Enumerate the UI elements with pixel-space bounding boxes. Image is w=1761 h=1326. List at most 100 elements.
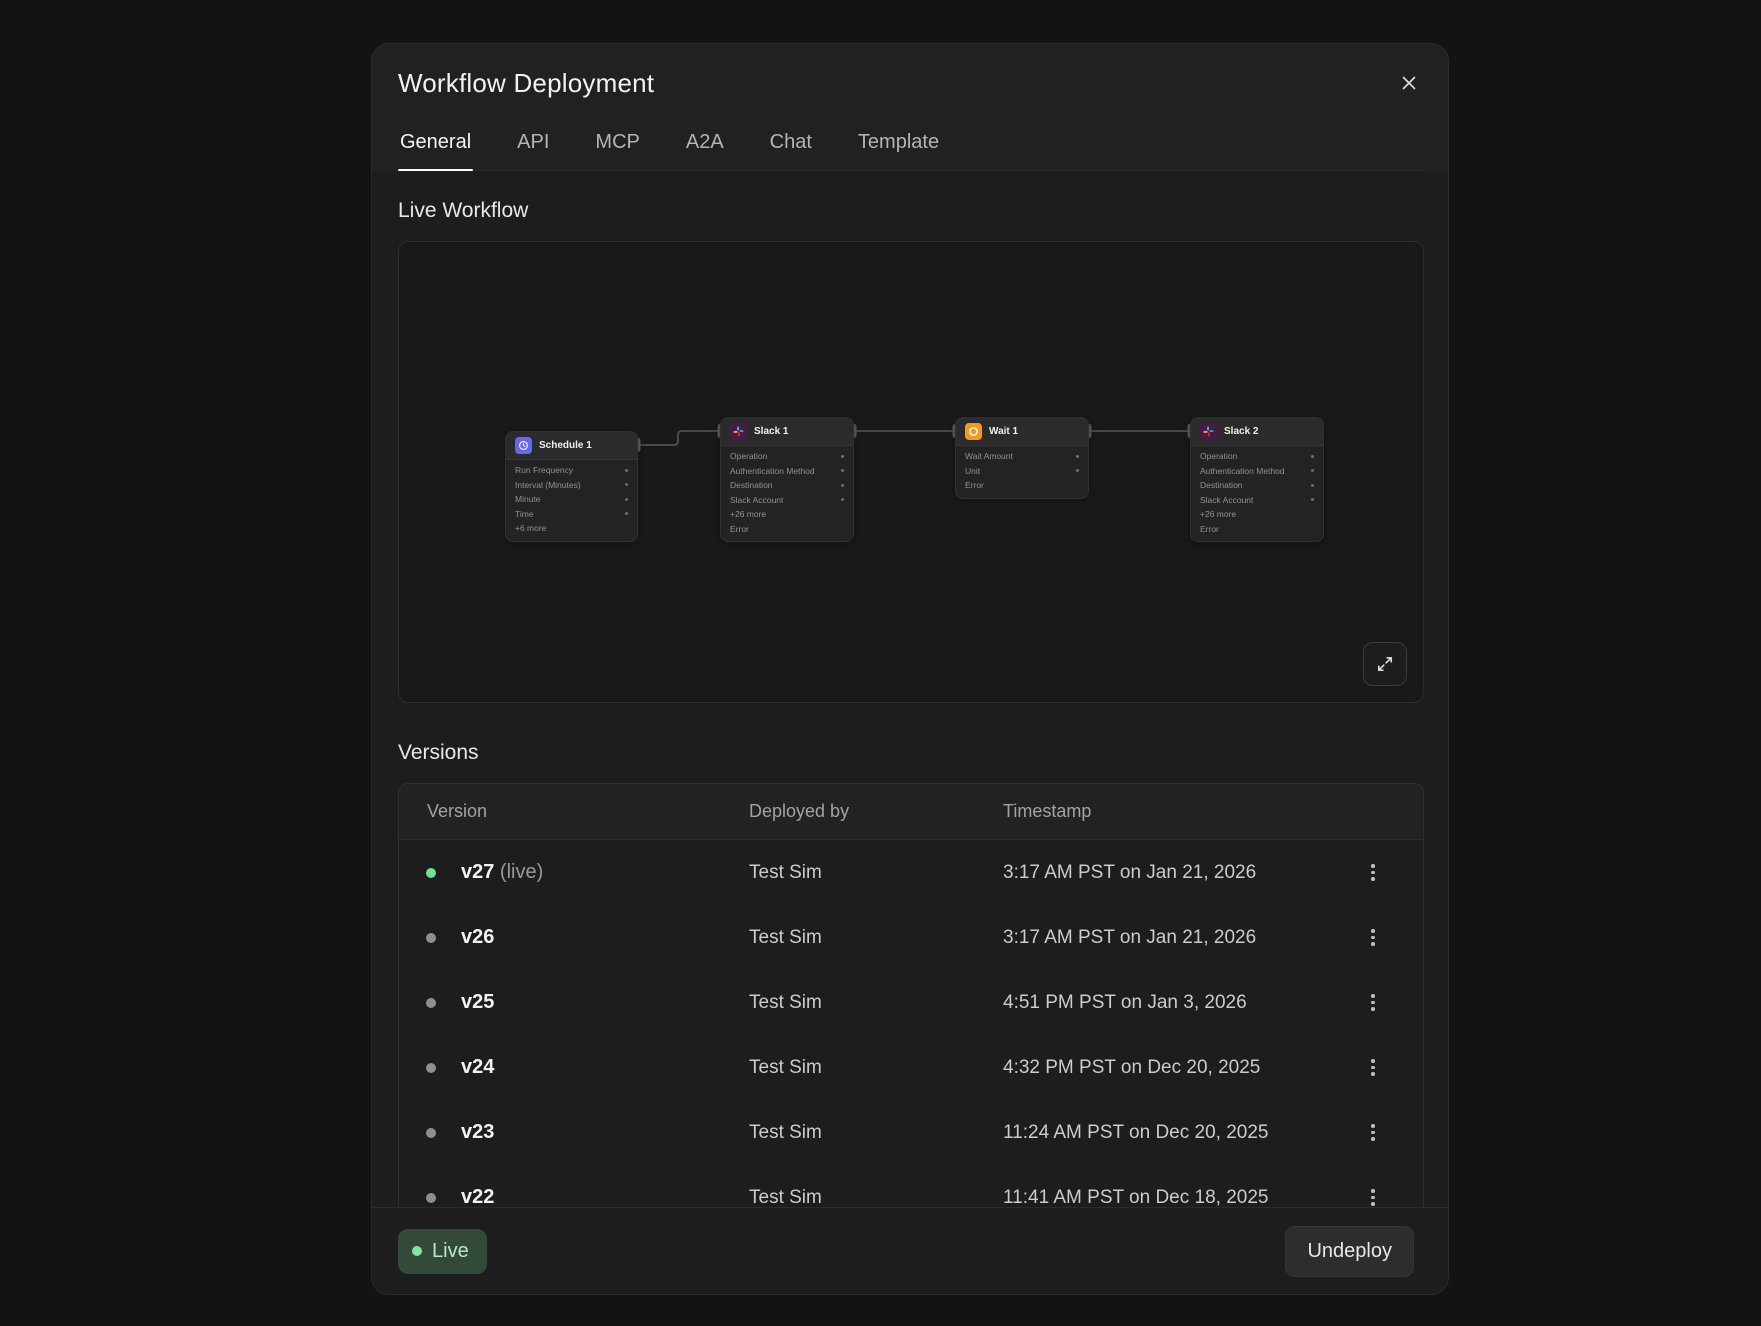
timestamp: 3:17 AM PST on Jan 21, 2026 [1003,862,1338,884]
table-row-v27[interactable]: v27 (live) Test Sim 3:17 AM PST on Jan 2… [399,840,1423,905]
tab-chat[interactable]: Chat [768,125,814,170]
node-header: Slack 1 [721,418,853,446]
table-row-v25[interactable]: v25 Test Sim 4:51 PM PST on Jan 3, 2026 [399,970,1423,1035]
row-menu-button[interactable] [1338,986,1408,1019]
tab-template[interactable]: Template [856,125,941,170]
versions-table: Version Deployed by Timestamp v27 (live)… [398,783,1424,1207]
workflow-deployment-modal: Workflow Deployment General API MCP A2A … [371,43,1449,1295]
row-menu-button[interactable] [1338,1181,1408,1207]
node-field: Wait Amount [965,451,1013,461]
node-error-label: Error [965,480,984,490]
slack-icon [1200,423,1217,440]
deployed-by: Test Sim [749,862,1003,884]
field-dot-icon [625,469,628,472]
table-row-v26[interactable]: v26 Test Sim 3:17 AM PST on Jan 21, 2026 [399,905,1423,970]
field-dot-icon [1076,469,1079,472]
workflow-canvas[interactable]: Schedule 1 Run Frequency Interval (Minut… [398,241,1424,703]
node-body: Operation Authentication Method Destinat… [1191,446,1323,541]
node-schedule-1[interactable]: Schedule 1 Run Frequency Interval (Minut… [505,431,638,542]
column-header-version: Version [427,801,749,822]
slack-icon [730,423,747,440]
versions-table-header: Version Deployed by Timestamp [399,784,1423,840]
table-row-v22[interactable]: v22 Test Sim 11:41 AM PST on Dec 18, 202… [399,1165,1423,1207]
node-error-label: Error [1200,524,1219,534]
deployed-by: Test Sim [749,927,1003,949]
wait-clock-icon [965,423,982,440]
row-menu-button[interactable] [1338,921,1408,954]
modal-content: Live Workflow [372,171,1448,1207]
schedule-clock-icon [515,437,532,454]
field-dot-icon [625,512,628,515]
version-status-dot [426,868,436,878]
node-header: Wait 1 [956,418,1088,446]
node-wait-1[interactable]: Wait 1 Wait Amount Unit Error [955,417,1089,499]
timestamp: 11:41 AM PST on Dec 18, 2025 [1003,1187,1338,1208]
version-label: v25 [461,991,494,1013]
field-dot-icon [841,484,844,487]
version-status-dot [426,998,436,1008]
row-menu-button[interactable] [1338,856,1408,889]
version-label: v23 [461,1121,494,1143]
tab-general[interactable]: General [398,125,473,170]
timestamp: 11:24 AM PST on Dec 20, 2025 [1003,1122,1338,1144]
close-button[interactable] [1394,68,1424,98]
tab-api[interactable]: API [515,125,551,170]
node-more-label: +26 more [730,509,766,519]
timestamp: 3:17 AM PST on Jan 21, 2026 [1003,927,1338,949]
tab-a2a[interactable]: A2A [684,125,726,170]
node-field: Slack Account [1200,495,1253,505]
node-body: Wait Amount Unit Error [956,446,1088,498]
version-status-dot [426,1193,436,1203]
row-menu-button[interactable] [1338,1051,1408,1084]
version-label: v24 [461,1056,494,1078]
node-body: Operation Authentication Method Destinat… [721,446,853,541]
node-title: Slack 1 [754,426,788,437]
node-slack-1[interactable]: Slack 1 Operation Authentication Method … [720,417,854,542]
node-body: Run Frequency Interval (Minutes) Minute … [506,460,637,541]
node-field: Destination [730,480,773,490]
expand-canvas-button[interactable] [1363,642,1407,686]
table-row-v24[interactable]: v24 Test Sim 4:32 PM PST on Dec 20, 2025 [399,1035,1423,1100]
node-slack-2[interactable]: Slack 2 Operation Authentication Method … [1190,417,1324,542]
node-field: Run Frequency [515,465,573,475]
node-title: Schedule 1 [539,440,592,451]
node-title: Wait 1 [989,426,1018,437]
version-live-suffix: (live) [494,861,543,883]
modal-title: Workflow Deployment [398,68,1422,99]
tab-mcp[interactable]: MCP [593,125,641,170]
node-field: Interval (Minutes) [515,480,581,490]
node-header: Slack 2 [1191,418,1323,446]
node-field: Operation [730,451,767,461]
expand-icon [1375,654,1395,674]
node-more-label: +6 more [515,523,546,533]
table-row-v23[interactable]: v23 Test Sim 11:24 AM PST on Dec 20, 202… [399,1100,1423,1165]
row-menu-button[interactable] [1338,1116,1408,1149]
field-dot-icon [1311,484,1314,487]
column-header-deployed-by: Deployed by [749,801,1003,822]
modal-footer: Live Undeploy [372,1207,1448,1294]
versions-heading: Versions [398,741,1422,765]
node-field: Slack Account [730,495,783,505]
live-status-badge: Live [398,1229,487,1274]
field-dot-icon [841,469,844,472]
deployed-by: Test Sim [749,992,1003,1014]
node-more-label: +26 more [1200,509,1236,519]
tab-bar: General API MCP A2A Chat Template [398,125,1422,171]
column-header-timestamp: Timestamp [1003,801,1423,822]
live-dot-icon [412,1246,422,1256]
field-dot-icon [1076,455,1079,458]
field-dot-icon [625,498,628,501]
version-label: v22 [461,1186,494,1207]
modal-header: Workflow Deployment General API MCP A2A … [372,44,1448,171]
node-field: Unit [965,466,980,476]
node-field: Authentication Method [730,466,815,476]
version-label: v26 [461,926,494,948]
undeploy-button[interactable]: Undeploy [1285,1226,1414,1277]
node-error-label: Error [730,524,749,534]
timestamp: 4:51 PM PST on Jan 3, 2026 [1003,992,1338,1014]
page-background: Workflow Deployment General API MCP A2A … [0,0,1761,1326]
node-field: Time [515,509,534,519]
deployed-by: Test Sim [749,1122,1003,1144]
version-label: v27 [461,861,494,883]
node-field: Operation [1200,451,1237,461]
